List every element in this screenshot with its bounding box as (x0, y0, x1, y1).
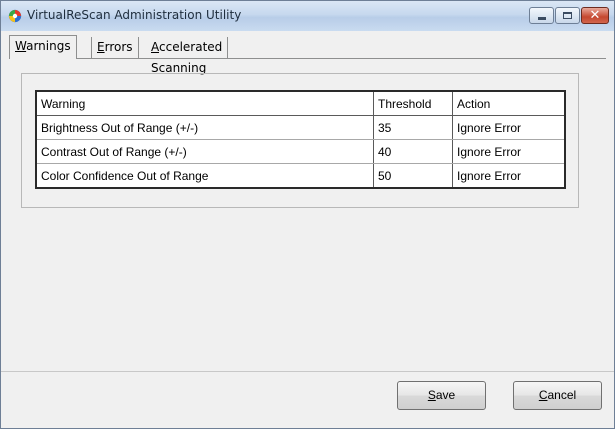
app-logo-icon (8, 9, 22, 23)
window-title: VirtualReScan Administration Utility (27, 8, 242, 22)
maximize-icon (563, 12, 572, 19)
tab-errors[interactable]: Errors (91, 37, 139, 58)
tab-warnings[interactable]: Warnings (9, 35, 77, 59)
save-label: ave (435, 388, 456, 402)
app-window: VirtualReScan Administration Utility ✕ W… (0, 0, 615, 429)
title-bar[interactable]: VirtualReScan Administration Utility ✕ (1, 1, 614, 31)
column-header-warning[interactable]: Warning (37, 92, 374, 116)
tab-warnings-label: arnings (26, 39, 71, 53)
tab-warnings-mnemonic: W (15, 39, 27, 53)
footer-divider (1, 371, 614, 372)
maximize-button[interactable] (555, 7, 580, 24)
threshold-cell[interactable]: 40 (373, 139, 453, 164)
close-button[interactable]: ✕ (581, 7, 609, 24)
warnings-grid[interactable]: Warning Threshold Action Brightness Out … (35, 90, 566, 189)
warning-cell[interactable]: Brightness Out of Range (+/-) (37, 115, 374, 140)
minimize-button[interactable] (529, 7, 554, 24)
close-icon: ✕ (589, 8, 601, 23)
action-cell[interactable]: Ignore Error (453, 164, 565, 188)
warning-cell[interactable]: Color Confidence Out of Range (37, 163, 374, 187)
tab-errors-mnemonic: E (97, 40, 105, 54)
table-row[interactable]: Brightness Out of Range (+/-) 35 Ignore … (37, 115, 564, 140)
grid-header-row: Warning Threshold Action (37, 92, 564, 116)
column-header-threshold[interactable]: Threshold (373, 92, 453, 116)
minimize-icon (538, 17, 546, 20)
action-cell[interactable]: Ignore Error (452, 139, 564, 164)
action-cell[interactable]: Ignore Error (452, 115, 564, 140)
threshold-cell[interactable]: 50 (373, 163, 453, 187)
table-row[interactable]: Color Confidence Out of Range 50 Ignore … (37, 163, 565, 188)
save-mnemonic: S (427, 388, 436, 402)
cancel-label: ancel (547, 388, 577, 402)
warning-cell[interactable]: Contrast Out of Range (+/-) (37, 139, 374, 164)
table-row[interactable]: Contrast Out of Range (+/-) 40 Ignore Er… (37, 139, 564, 164)
tab-accelerated-mnemonic: A (151, 40, 159, 54)
save-button[interactable]: Save (397, 381, 486, 410)
tab-accelerated-scanning[interactable]: Accelerated Scanning (146, 37, 229, 75)
tab-errors-label: rrors (104, 40, 133, 54)
threshold-cell[interactable]: 35 (373, 115, 453, 140)
column-header-action[interactable]: Action (452, 92, 564, 116)
cancel-button[interactable]: Cancel (513, 381, 602, 410)
